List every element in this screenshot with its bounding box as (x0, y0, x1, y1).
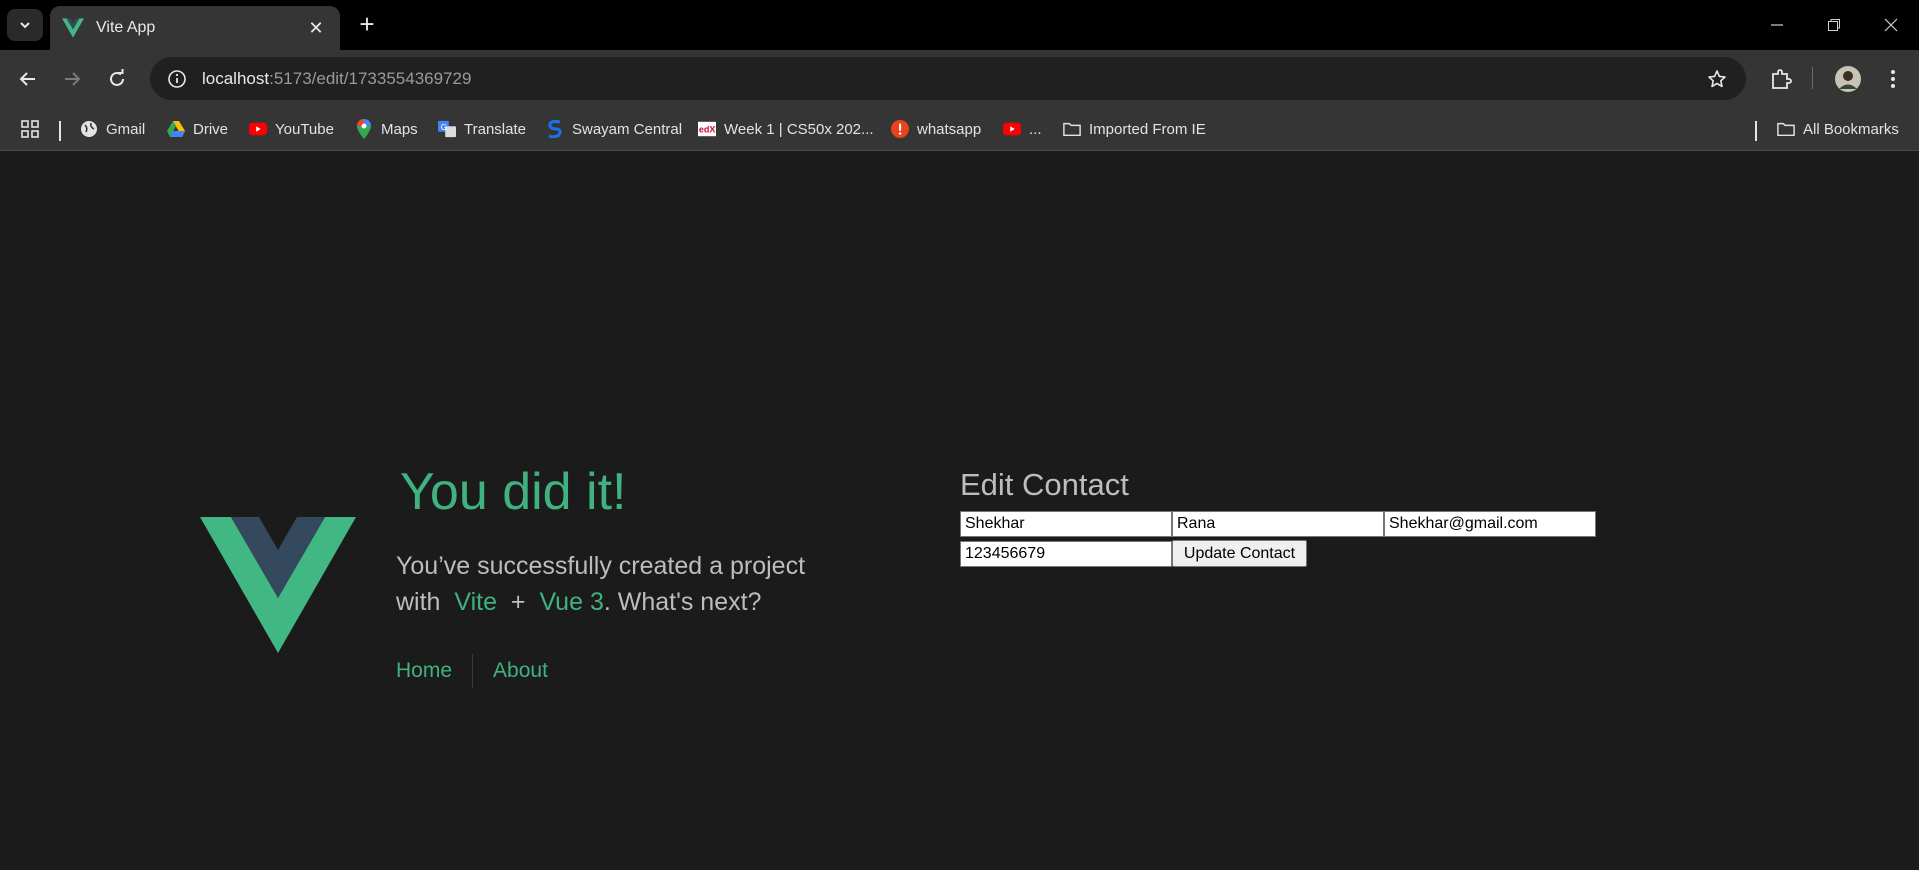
url-text: localhost:5173/edit/1733554369729 (202, 68, 472, 88)
bookmark-drive[interactable]: Drive (167, 117, 228, 141)
hero-headline: You did it! (400, 463, 627, 521)
bookmark-star-icon[interactable] (1704, 66, 1730, 92)
reload-button[interactable] (102, 64, 132, 94)
toolbar-divider (1812, 67, 1813, 89)
edit-contact-title: Edit Contact (960, 467, 1129, 502)
extensions-button[interactable] (1766, 64, 1796, 94)
close-icon (1884, 18, 1898, 32)
tab-search-button[interactable] (7, 9, 43, 41)
maps-icon (355, 119, 373, 139)
bookmark-separator (1755, 121, 1757, 141)
bookmark-folder-imported[interactable]: Imported From IE (1063, 117, 1206, 141)
vue-logo-icon (200, 517, 356, 653)
svg-text:G: G (441, 123, 447, 132)
all-bookmarks-button[interactable]: All Bookmarks (1777, 117, 1899, 141)
bookmark-whatsapp[interactable]: whatsapp (891, 117, 981, 141)
email-field[interactable]: Shekhar@gmail.com (1384, 511, 1596, 537)
nav-about-link[interactable]: About (493, 659, 548, 683)
drive-icon (167, 120, 185, 138)
forward-arrow-icon (65, 72, 81, 86)
vue-favicon-icon (62, 18, 84, 38)
globe-icon (80, 120, 98, 138)
last-name-field[interactable]: Rana (1172, 511, 1384, 537)
browser-toolbar: localhost:5173/edit/1733554369729 (0, 50, 1919, 107)
youtube-icon (1003, 120, 1021, 138)
avatar-icon (1835, 66, 1861, 92)
bookmark-youtube-2[interactable]: ... (1003, 117, 1042, 141)
bookmark-separator (59, 121, 61, 141)
chevron-down-icon (20, 22, 30, 29)
bookmark-swayam-central[interactable]: Swayam Central (546, 117, 682, 141)
folder-icon (1063, 120, 1081, 138)
site-info-icon[interactable] (166, 68, 188, 90)
minimize-icon (1771, 24, 1783, 26)
vue-link[interactable]: Vue 3 (539, 588, 603, 616)
puzzle-icon (1772, 69, 1792, 89)
svg-text:edX: edX (699, 125, 716, 135)
reload-icon (110, 69, 124, 86)
more-vertical-icon (1891, 70, 1895, 88)
minimize-button[interactable] (1762, 10, 1792, 40)
bookmark-gmail[interactable]: Gmail (80, 117, 145, 141)
main-nav: Home About (396, 654, 548, 688)
tab-close-icon[interactable]: ✕ (304, 18, 328, 39)
title-bar: Vite App ✕ + (0, 0, 1919, 50)
bookmark-maps[interactable]: Maps (355, 117, 418, 141)
forward-button[interactable] (57, 64, 87, 94)
hero-description: You’ve successfully created a project wi… (396, 552, 806, 616)
alert-icon (891, 120, 909, 138)
bookmark-youtube[interactable]: YouTube (249, 117, 334, 141)
vite-link[interactable]: Vite (454, 588, 497, 616)
profile-avatar[interactable] (1833, 64, 1863, 94)
browser-tab[interactable]: Vite App ✕ (50, 6, 340, 50)
youtube-icon (249, 120, 267, 138)
update-contact-button[interactable]: Update Contact (1172, 540, 1307, 567)
restore-button[interactable] (1819, 10, 1849, 40)
nav-divider (472, 654, 474, 688)
menu-button[interactable] (1878, 64, 1908, 94)
back-button[interactable] (13, 64, 43, 94)
phone-field[interactable]: 123456679 (960, 541, 1172, 567)
folder-icon (1777, 120, 1795, 138)
restore-icon (1828, 19, 1840, 31)
close-window-button[interactable] (1876, 10, 1906, 40)
new-tab-button[interactable]: + (352, 10, 382, 40)
first-name-field[interactable]: Shekhar (960, 511, 1172, 537)
bookmarks-bar: Gmail Drive YouTube Maps G Translate Swa… (0, 107, 1919, 151)
apps-button[interactable] (20, 117, 40, 141)
bookmark-cs50x[interactable]: edX Week 1 | CS50x 202... (698, 117, 874, 141)
apps-grid-icon (21, 120, 39, 138)
tab-title: Vite App (96, 19, 156, 36)
address-bar[interactable]: localhost:5173/edit/1733554369729 (150, 57, 1746, 100)
bookmark-translate[interactable]: G Translate (438, 117, 526, 141)
swayam-icon (546, 120, 564, 138)
page-content: You did it! You’ve successfully created … (0, 152, 1919, 870)
back-arrow-icon (19, 72, 35, 86)
edx-icon: edX (698, 120, 716, 138)
nav-home-link[interactable]: Home (396, 659, 452, 683)
translate-icon: G (438, 120, 456, 138)
